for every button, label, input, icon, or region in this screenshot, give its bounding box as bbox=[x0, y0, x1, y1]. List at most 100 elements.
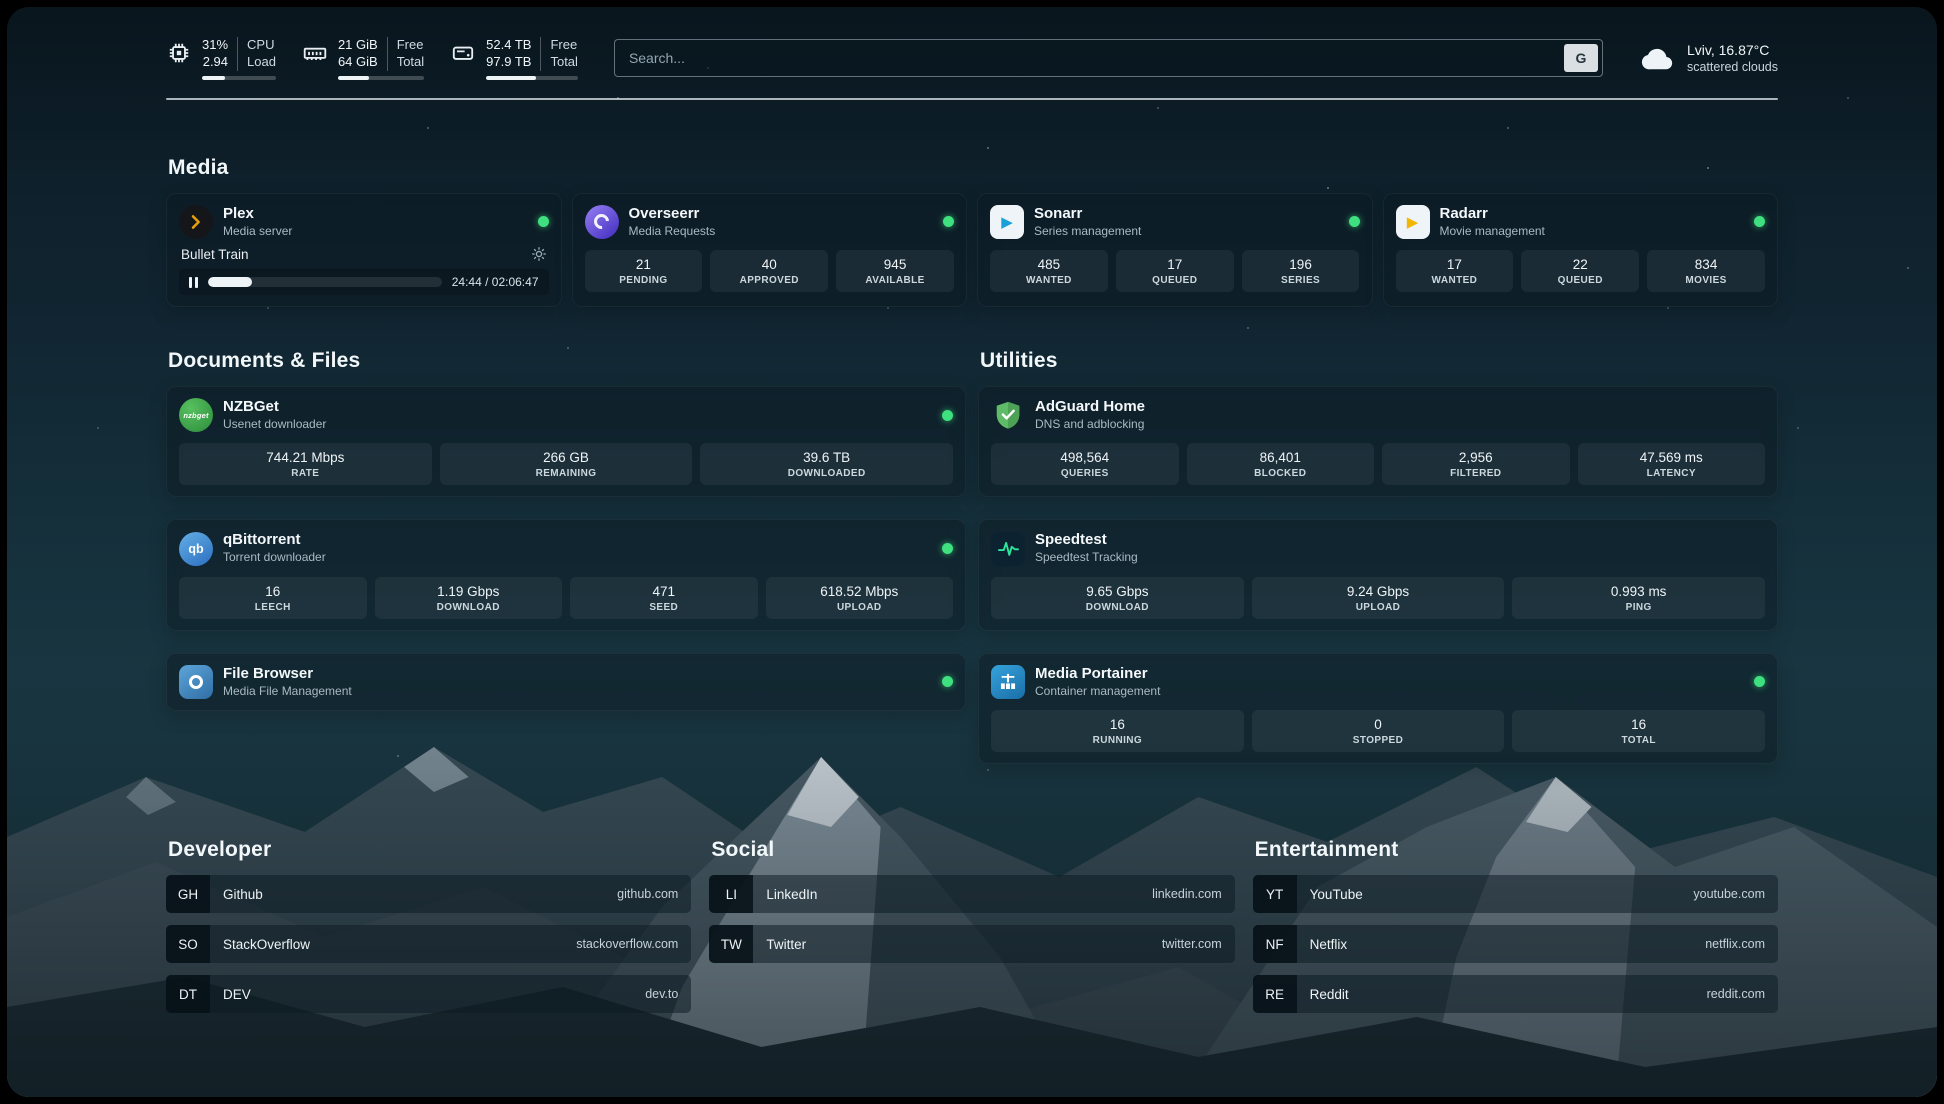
speedtest-title[interactable]: Speedtest bbox=[1035, 531, 1138, 550]
overseerr-status-dot bbox=[943, 216, 954, 227]
disk-total-value: 97.9 TB bbox=[486, 54, 531, 71]
cpu-widget: 31% 2.94 CPU Load bbox=[166, 37, 276, 80]
memory-widget: 21 GiB 64 GiB Free Total bbox=[302, 37, 424, 80]
filebrowser-icon[interactable] bbox=[179, 665, 213, 699]
portainer-title[interactable]: Media Portainer bbox=[1035, 665, 1160, 684]
playback-bar: 24:44 / 02:06:47 bbox=[179, 269, 549, 295]
bookmark-label: StackOverflow bbox=[223, 937, 310, 952]
bookmark-label: Github bbox=[223, 887, 263, 902]
portainer-status-dot bbox=[1754, 676, 1765, 687]
stat-ping: 0.993 ms PING bbox=[1512, 577, 1765, 619]
nzbget-title[interactable]: NZBGet bbox=[223, 398, 326, 417]
radarr-subtitle: Movie management bbox=[1440, 224, 1545, 240]
stat-movies: 834 MOVIES bbox=[1647, 250, 1765, 292]
topbar-divider bbox=[166, 98, 1778, 100]
bookmark-linkedin[interactable]: LI LinkedIn linkedin.com bbox=[709, 875, 1234, 913]
stat-total: 16 TOTAL bbox=[1512, 710, 1765, 752]
sonarr-card: ▶ Sonarr Series management 485 WANTED bbox=[977, 193, 1373, 307]
bookmark-stackoverflow[interactable]: SO StackOverflow stackoverflow.com bbox=[166, 925, 691, 963]
nzbget-status-dot bbox=[942, 410, 953, 421]
search-input[interactable] bbox=[614, 39, 1603, 77]
plex-title[interactable]: Plex bbox=[223, 205, 292, 224]
weather-condition: scattered clouds bbox=[1687, 59, 1778, 76]
stat-stopped: 0 STOPPED bbox=[1252, 710, 1505, 752]
dev-icon: DT bbox=[166, 975, 210, 1013]
seek-bar[interactable] bbox=[208, 277, 442, 287]
stat-leech: 16 LEECH bbox=[179, 577, 367, 619]
adguard-shield-icon[interactable] bbox=[991, 398, 1025, 432]
bookmark-label: Twitter bbox=[766, 937, 806, 952]
cpu-load-value: 2.94 bbox=[203, 54, 228, 71]
weather-widget: Lviv, 16.87°C scattered clouds bbox=[1639, 41, 1778, 77]
qbittorrent-status-dot bbox=[942, 543, 953, 554]
bookmark-netflix[interactable]: NF Netflix netflix.com bbox=[1253, 925, 1778, 963]
stat-queued: 17 QUEUED bbox=[1116, 250, 1234, 292]
background-stars bbox=[7, 7, 9, 9]
plex-icon[interactable] bbox=[179, 205, 213, 239]
cpu-label-bottom: Load bbox=[247, 54, 276, 71]
stat-latency: 47.569 ms LATENCY bbox=[1578, 443, 1766, 485]
adguard-card: AdGuard Home DNS and adblocking 498,564 … bbox=[978, 386, 1778, 497]
documents-section-title: Documents & Files bbox=[168, 349, 966, 373]
portainer-icon[interactable] bbox=[991, 665, 1025, 699]
bookmark-reddit[interactable]: RE Reddit reddit.com bbox=[1253, 975, 1778, 1013]
sonarr-title[interactable]: Sonarr bbox=[1034, 205, 1141, 224]
bookmark-twitter[interactable]: TW Twitter twitter.com bbox=[709, 925, 1234, 963]
utilities-section-title: Utilities bbox=[980, 349, 1778, 373]
reddit-icon: RE bbox=[1253, 975, 1297, 1013]
stat-wanted: 17 WANTED bbox=[1396, 250, 1514, 292]
adguard-title[interactable]: AdGuard Home bbox=[1035, 398, 1145, 417]
overseerr-title[interactable]: Overseerr bbox=[629, 205, 716, 224]
radarr-title[interactable]: Radarr bbox=[1440, 205, 1545, 224]
stat-pending: 21 PENDING bbox=[585, 250, 703, 292]
adguard-subtitle: DNS and adblocking bbox=[1035, 417, 1145, 433]
nzbget-icon[interactable]: nzbget bbox=[179, 398, 213, 432]
now-playing-title: Bullet Train bbox=[181, 247, 249, 262]
disk-icon bbox=[450, 40, 476, 66]
bookmark-url: linkedin.com bbox=[1152, 887, 1221, 901]
stat-rate: 744.21 Mbps RATE bbox=[179, 443, 432, 485]
speedtest-icon[interactable] bbox=[991, 532, 1025, 566]
disk-label-bottom: Total bbox=[550, 54, 577, 71]
radarr-status-dot bbox=[1754, 216, 1765, 227]
stat-upload: 618.52 Mbps UPLOAD bbox=[766, 577, 954, 619]
pause-icon[interactable] bbox=[189, 277, 198, 288]
bookmark-url: youtube.com bbox=[1693, 887, 1765, 901]
bookmark-label: LinkedIn bbox=[766, 887, 817, 902]
filebrowser-title[interactable]: File Browser bbox=[223, 665, 352, 684]
stat-download: 1.19 Gbps DOWNLOAD bbox=[375, 577, 563, 619]
stat-remaining: 266 GB REMAINING bbox=[440, 443, 693, 485]
radarr-icon[interactable]: ▶ bbox=[1396, 205, 1430, 239]
bookmark-url: dev.to bbox=[645, 987, 678, 1001]
stat-downloaded: 39.6 TB DOWNLOADED bbox=[700, 443, 953, 485]
qbittorrent-title[interactable]: qBittorrent bbox=[223, 531, 326, 550]
playback-time: 24:44 / 02:06:47 bbox=[452, 275, 539, 289]
sonarr-icon[interactable]: ▶ bbox=[990, 205, 1024, 239]
social-section-title: Social bbox=[711, 838, 1234, 862]
youtube-icon: YT bbox=[1253, 875, 1297, 913]
stat-running: 16 RUNNING bbox=[991, 710, 1244, 752]
disk-label-top: Free bbox=[550, 37, 577, 54]
section-developer: Developer GH Github github.com SO StackO… bbox=[166, 838, 691, 1025]
stat-available: 945 AVAILABLE bbox=[836, 250, 954, 292]
bookmark-youtube[interactable]: YT YouTube youtube.com bbox=[1253, 875, 1778, 913]
nzbget-card: nzbget NZBGet Usenet downloader 744.21 M… bbox=[166, 386, 966, 497]
bookmark-url: reddit.com bbox=[1707, 987, 1765, 1001]
plex-card: Plex Media server Bullet Train bbox=[166, 193, 562, 307]
top-bar: 31% 2.94 CPU Load bbox=[166, 7, 1778, 80]
bookmark-label: Reddit bbox=[1310, 987, 1349, 1002]
qbittorrent-subtitle: Torrent downloader bbox=[223, 550, 326, 566]
disk-free-value: 52.4 TB bbox=[486, 37, 531, 54]
weather-location: Lviv, 16.87°C bbox=[1687, 41, 1778, 60]
overseerr-icon[interactable] bbox=[585, 205, 619, 239]
gear-icon[interactable] bbox=[531, 246, 547, 262]
bookmark-dev[interactable]: DT DEV dev.to bbox=[166, 975, 691, 1013]
linkedin-icon: LI bbox=[709, 875, 753, 913]
stat-filtered: 2,956 FILTERED bbox=[1382, 443, 1570, 485]
bookmark-label: DEV bbox=[223, 987, 251, 1002]
search-engine-button[interactable]: G bbox=[1564, 44, 1598, 72]
sonarr-status-dot bbox=[1349, 216, 1360, 227]
stat-wanted: 485 WANTED bbox=[990, 250, 1108, 292]
bookmark-github[interactable]: GH Github github.com bbox=[166, 875, 691, 913]
qbittorrent-icon[interactable]: qb bbox=[179, 532, 213, 566]
